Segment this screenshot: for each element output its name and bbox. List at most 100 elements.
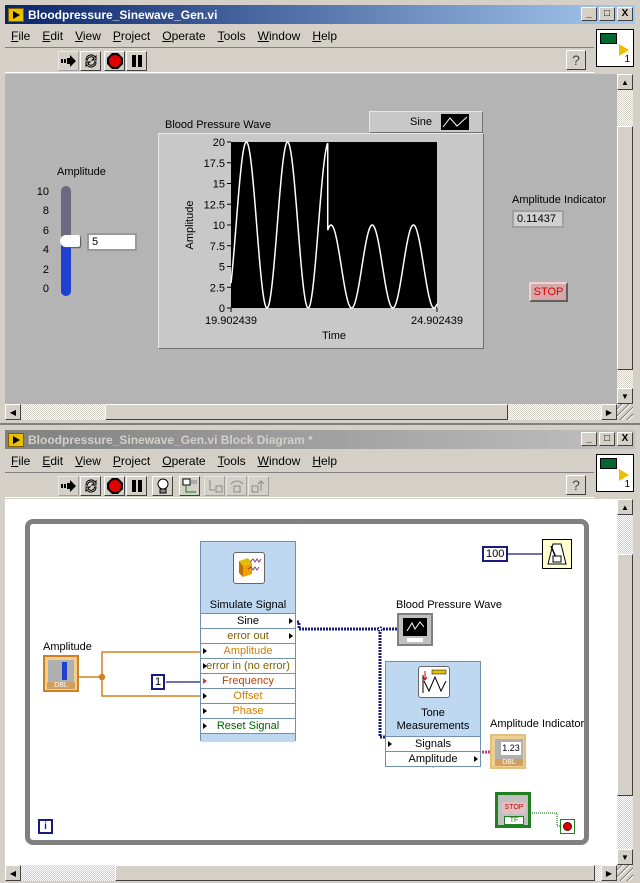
step-over-icon [230,480,243,493]
scroll-right-button[interactable]: ▶ [601,404,617,420]
block-diagram-titlebar[interactable]: Bloodpressure_Sinewave_Gen.vi Block Diag… [5,430,635,449]
horizontal-scroll-thumb[interactable] [105,404,508,420]
graph-terminal[interactable] [397,613,433,646]
minimize-button[interactable]: _ [581,7,597,21]
terminal-error-out[interactable]: error out [201,628,295,643]
run-continuously-button[interactable] [80,476,101,496]
amplitude-numeric-input[interactable]: 5 [87,233,137,251]
scroll-down-button[interactable]: ▼ [617,388,633,404]
frequency-constant[interactable]: 1 [151,674,166,690]
amplitude-wire [78,651,201,697]
menu-edit[interactable]: Edit [36,454,69,468]
horizontal-scroll-thumb[interactable] [115,865,595,881]
dbl-type-label: DBL [47,682,75,689]
scroll-up-button[interactable]: ▲ [617,74,633,90]
step-out-button[interactable] [248,476,269,496]
simulate-signal-express-vi[interactable]: Simulate Signal Sine error out Amplitude… [200,541,296,742]
menu-operate[interactable]: Operate [156,454,211,468]
stop-button-terminal[interactable]: STOP TF [495,792,531,828]
menu-file[interactable]: File [5,29,36,43]
block-diagram-horizontal-scrollbar[interactable]: ◀ ▶ [5,865,617,881]
amplitude-indicator-terminal[interactable]: 1.23 DBL [490,734,526,769]
maximize-button[interactable]: □ [599,432,615,446]
run-button[interactable] [58,476,79,496]
terminal-amplitude[interactable]: Amplitude [201,643,295,658]
context-help-button[interactable]: ? [566,475,586,495]
terminal-phase[interactable]: Phase [201,703,295,718]
retain-wire-values-button[interactable] [179,476,200,496]
wait-until-next-ms-multiple[interactable] [542,539,572,569]
scroll-down-button[interactable]: ▼ [617,849,633,865]
vertical-scroll-thumb[interactable] [617,554,633,796]
vi-icon-connector-pane[interactable]: 1 [596,454,634,492]
context-help-button[interactable]: ? [566,50,586,70]
terminal-signals[interactable]: Signals [386,736,480,751]
expand-chevron-icon[interactable]: ⌄ [386,763,480,770]
menu-view[interactable]: View [69,454,107,468]
numeric-indicator-icon: 1.23 [495,739,523,759]
terminal-error-in[interactable]: error in (no error) [201,658,295,673]
resize-grip[interactable] [617,865,633,881]
tone-measurements-express-vi[interactable]: Tone Measurements Signals Amplitude ⌄ [385,661,481,770]
menu-help[interactable]: Help [306,454,343,468]
minimize-button[interactable]: _ [581,432,597,446]
front-panel-horizontal-scrollbar[interactable]: ◀ ▶ [5,404,617,420]
front-panel-toolbar: ? [5,47,594,73]
block-diagram-vertical-scrollbar[interactable]: ▲ ▼ [617,499,633,865]
terminal-offset[interactable]: Offset [201,688,295,703]
run-icon [60,480,76,492]
highlight-execution-button[interactable] [152,476,173,496]
numeric-indicator-value: 1.23 [501,742,521,755]
wait-ms-constant[interactable]: 100 [482,546,509,562]
amplitude-control-terminal[interactable]: DBL [43,655,79,692]
menu-window[interactable]: Window [252,454,307,468]
terminal-frequency[interactable]: Frequency [201,673,295,688]
vi-icon-connector-pane[interactable]: 1 [596,29,634,67]
scroll-left-button[interactable]: ◀ [5,404,21,420]
step-over-button[interactable] [226,476,247,496]
graph-plot[interactable]: 20 17.5 15 12.5 10 7.5 5 2.5 019.902439 24.902439… [159,134,485,350]
vertical-scroll-thumb[interactable] [617,126,633,370]
run-continuously-button[interactable] [80,51,101,71]
abort-button[interactable] [104,476,125,496]
loop-condition-terminal[interactable] [560,819,575,834]
abort-button[interactable] [104,51,125,71]
amplitude-label: Amplitude [57,166,106,178]
front-panel-vertical-scrollbar[interactable]: ▲ ▼ [617,74,633,404]
amplitude-slider-thumb[interactable] [60,235,80,247]
slider-icon [48,660,74,682]
menu-operate[interactable]: Operate [156,29,211,43]
menu-window[interactable]: Window [252,29,307,43]
run-icon [60,55,76,67]
pause-button[interactable] [126,51,147,71]
menu-project[interactable]: Project [107,29,156,43]
terminal-sine[interactable]: Sine [201,613,295,628]
menu-file[interactable]: File [5,454,36,468]
front-panel-titlebar[interactable]: Bloodpressure_Sinewave_Gen.vi _ □ X [5,5,635,24]
scale-tick: 8 [42,205,49,217]
stop-terminal-label: STOP [502,802,526,814]
y-tick-label: 2.5 [210,282,225,294]
step-into-button[interactable] [204,476,225,496]
stop-button[interactable]: STOP [529,282,568,302]
menu-project[interactable]: Project [107,454,156,468]
pause-button[interactable] [126,476,147,496]
menu-help[interactable]: Help [306,29,343,43]
menu-edit[interactable]: Edit [36,29,69,43]
maximize-button[interactable]: □ [599,7,615,21]
simulate-signal-icon [233,552,265,584]
plot-legend[interactable]: Sine [369,111,483,133]
close-button[interactable]: X [617,7,633,21]
scroll-left-button[interactable]: ◀ [5,865,21,881]
menu-tools[interactable]: Tools [212,29,252,43]
scroll-right-button[interactable]: ▶ [601,865,617,881]
menu-view[interactable]: View [69,29,107,43]
menu-tools[interactable]: Tools [212,454,252,468]
run-button[interactable] [58,51,79,71]
resize-grip[interactable] [617,404,633,420]
scale-tick: 10 [36,186,49,198]
terminal-reset-signal[interactable]: Reset Signal [201,718,295,733]
highlight-execution-icon [157,478,168,494]
scroll-up-button[interactable]: ▲ [617,499,633,515]
close-button[interactable]: X [617,432,633,446]
